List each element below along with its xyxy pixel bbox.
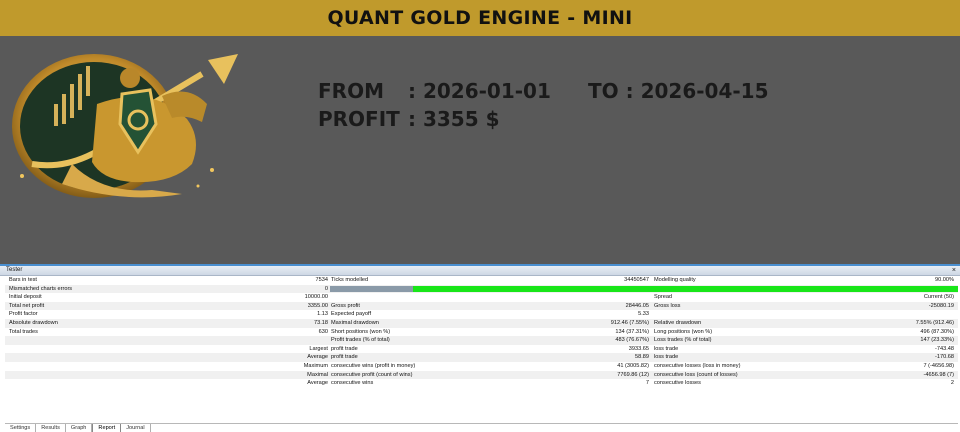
row-label: consecutive wins (profit in money) xyxy=(331,362,416,369)
table-row: Absolute drawdown 73.18 Maximal drawdown 91… xyxy=(5,318,958,328)
banner-title: QUANT GOLD ENGINE - MINI xyxy=(327,7,633,29)
tab-graph[interactable]: Graph xyxy=(66,424,93,432)
row-label: Ticks modelled xyxy=(331,277,369,283)
row-label: Spread xyxy=(654,294,673,301)
row-value: 73.18 xyxy=(314,319,328,326)
row-value: -25080.19 xyxy=(928,302,954,309)
table-row: Total trades 630 Short positions (won %) 13… xyxy=(5,328,958,337)
row-value: 630 xyxy=(318,328,328,335)
row-value: 7769.86 (12) xyxy=(617,371,649,378)
row-label: Gross profit xyxy=(331,302,360,309)
row-value: 7 (-4656.98) xyxy=(923,362,954,369)
tab-settings[interactable]: Settings xyxy=(5,424,37,432)
row-label: consecutive losses xyxy=(654,380,701,387)
row-value: 483 (76.67%) xyxy=(615,337,649,344)
row-value: 3355.00 xyxy=(307,302,328,309)
row-group-label: Maximum xyxy=(303,362,328,369)
row-label: profit trade xyxy=(331,354,358,361)
row-label: Bars in test xyxy=(9,277,37,283)
row-value: 28446.05 xyxy=(625,302,649,309)
row-label: profit trade xyxy=(331,345,358,352)
row-value: 41 (3005.82) xyxy=(617,362,649,369)
profit-label: PROFIT xyxy=(318,107,400,131)
close-icon[interactable]: × xyxy=(952,266,956,275)
modelling-quality-bar xyxy=(330,286,958,293)
table-row: Maximal consecutive profit (count of wins… xyxy=(5,370,958,380)
row-value: 7 xyxy=(645,380,649,387)
profit-value: : 3355 $ xyxy=(408,107,500,131)
row-group-label: Average xyxy=(307,380,328,387)
table-row: Profit trades (% of total) 483 (76.67%) Lo… xyxy=(5,336,958,345)
row-value: 912.46 (7.55%) xyxy=(610,319,649,326)
tester-title-bar: Tester × xyxy=(0,266,960,276)
row-label: Expected payoff xyxy=(331,311,372,318)
row-value: 58.89 xyxy=(635,354,649,361)
quality-bar-grey-segment xyxy=(330,286,413,293)
table-row: Largest profit trade 3933.65 loss trade -743… xyxy=(5,345,958,354)
row-value: 2 xyxy=(950,380,954,387)
row-label: Maximal drawdown xyxy=(331,319,379,326)
table-row: Average consecutive wins 7 consecutive loss… xyxy=(5,379,958,388)
row-value: Current (50) xyxy=(923,294,954,301)
row-label: loss trade xyxy=(654,345,679,352)
row-label: Gross loss xyxy=(654,302,681,309)
table-row: Bars in test 7534 Ticks modelled 34450547 Mo… xyxy=(5,276,958,285)
to-value: TO : 2026-04-15 xyxy=(588,79,769,103)
row-value: 7534 xyxy=(315,277,328,283)
row-label: Short positions (won %) xyxy=(331,328,391,335)
row-value: 1.13 xyxy=(317,311,328,318)
row-value: 90.00% xyxy=(935,277,954,283)
row-label: Profit trades (% of total) xyxy=(331,337,390,344)
tester-title: Tester xyxy=(6,267,23,273)
tab-results[interactable]: Results xyxy=(36,424,66,432)
row-label: Initial deposit xyxy=(9,294,42,301)
row-label: consecutive profit (count of wins) xyxy=(331,371,413,378)
from-value: : 2026-01-01 xyxy=(408,79,551,103)
row-value: 10000.00 xyxy=(304,294,328,301)
row-value: -743.48 xyxy=(935,345,954,352)
row-label: Loss trades (% of total) xyxy=(654,337,712,344)
knight-logo xyxy=(12,54,238,198)
row-value: 3933.65 xyxy=(628,345,649,352)
row-value: -4656.98 (7) xyxy=(923,371,954,378)
tester-tabs: Settings Results Graph Report Journal xyxy=(5,423,958,432)
report-table: Bars in test 7534 Ticks modelled 34450547 Mo… xyxy=(5,276,958,388)
row-value: 7.55% (912.46) xyxy=(915,319,954,326)
table-row: Total net profit 3355.00 Gross profit 28446… xyxy=(5,301,958,311)
row-label: Modelling quality xyxy=(654,277,696,283)
row-value: 147 (23.33%) xyxy=(920,337,954,344)
table-row: Mismatched charts errors 0 xyxy=(5,284,958,294)
row-label: consecutive losses (loss in money) xyxy=(654,362,741,369)
row-label: Profit factor xyxy=(9,311,38,318)
title-banner: QUANT GOLD ENGINE - MINI xyxy=(0,0,960,36)
row-group-label: Maximal xyxy=(307,371,328,378)
from-label: FROM xyxy=(318,79,384,103)
tab-journal[interactable]: Journal xyxy=(121,424,151,432)
row-group-label: Largest xyxy=(309,345,328,352)
row-label: Mismatched charts errors xyxy=(9,285,73,292)
row-label: Absolute drawdown xyxy=(9,319,58,326)
row-label: Relative drawdown xyxy=(654,319,702,326)
table-row: Profit factor 1.13 Expected payoff 5.33 xyxy=(5,310,958,319)
row-label: Total net profit xyxy=(9,302,45,309)
row-value: 134 (37.31%) xyxy=(615,328,649,335)
tab-report[interactable]: Report xyxy=(92,424,122,432)
row-value: 0 xyxy=(324,285,328,292)
row-label: Total trades xyxy=(9,328,38,335)
row-label: consecutive loss (count of losses) xyxy=(654,371,738,378)
row-value: 34450547 xyxy=(624,277,649,283)
row-label: consecutive wins xyxy=(331,380,374,387)
row-group-label: Average xyxy=(307,354,328,361)
row-value: 496 (87.30%) xyxy=(920,328,954,335)
table-row: Initial deposit 10000.00 Spread Current (50… xyxy=(5,293,958,302)
row-label: Long positions (won %) xyxy=(654,328,713,335)
table-row: Maximum consecutive wins (profit in money… xyxy=(5,362,958,371)
row-value: 5.33 xyxy=(638,311,649,318)
tester-panel: Tester × Bars in test 7534 Ticks modelled 3… xyxy=(0,264,960,432)
table-row: Average profit trade 58.89 loss trade -170.6… xyxy=(5,353,958,362)
row-label: loss trade xyxy=(654,354,679,361)
row-value: -170.68 xyxy=(935,354,954,361)
